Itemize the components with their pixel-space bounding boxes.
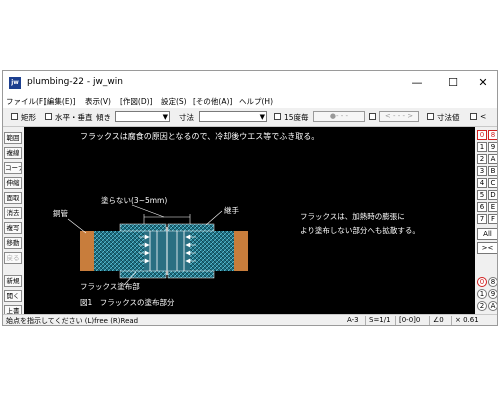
status-layer[interactable]: [0-0]0 — [399, 316, 420, 324]
layer-group-6[interactable]: 6 — [477, 202, 487, 212]
layer-group-a[interactable]: A — [488, 154, 497, 164]
menu-bar: ファイル(F) [編集(E)] 表示(V) [作図(D)] 設定(S) [その他… — [3, 95, 497, 108]
lt-checkbox[interactable] — [470, 113, 477, 120]
status-zoom[interactable]: × 0.61 — [455, 316, 479, 324]
status-prompt: 始点を指示してください (L)free (R)Read — [6, 317, 139, 325]
layer-group-2[interactable]: 2 — [477, 154, 487, 164]
layer-0[interactable]: 0 — [477, 277, 487, 287]
layer-group-3[interactable]: 3 — [477, 166, 487, 176]
horiz-vert-checkbox[interactable] — [45, 113, 52, 120]
tool-erase[interactable]: 消去 — [4, 207, 22, 219]
deg15-checkbox[interactable] — [274, 113, 281, 120]
status-angle[interactable]: ∠0 — [433, 316, 444, 324]
copper-pipe-left — [80, 231, 144, 271]
menu-edit[interactable]: [編集(E)] — [44, 96, 75, 107]
layer-group-1[interactable]: 1 — [477, 142, 487, 152]
tool-corner[interactable]: コーナー — [4, 162, 22, 174]
toolbar-checkbox-3[interactable] — [369, 113, 376, 120]
tool-move[interactable]: 移動 — [4, 237, 22, 249]
layer-8[interactable]: 8 — [488, 277, 497, 287]
dim-label: 寸法 — [179, 113, 194, 122]
rect-checkbox[interactable] — [11, 113, 18, 120]
lt-label: < — [480, 112, 487, 121]
dim-value-checkbox[interactable] — [427, 113, 434, 120]
layer-group-f[interactable]: F — [488, 214, 497, 224]
layer-a[interactable]: A — [488, 301, 497, 311]
layer-2[interactable]: 2 — [477, 301, 487, 311]
layer-group-0[interactable]: 0 — [477, 130, 487, 140]
dim-value-label: 寸法値 — [437, 113, 460, 122]
layer-group-c[interactable]: C — [488, 178, 497, 188]
minimize-button[interactable]: — — [403, 73, 431, 93]
status-scale[interactable]: S=1/1 — [369, 316, 391, 324]
rect-label: 矩形 — [21, 113, 36, 122]
status-separator — [365, 316, 366, 325]
menu-help[interactable]: ヘルプ(H) — [239, 96, 273, 107]
status-separator — [395, 316, 396, 325]
chevron-down-icon: ▼ — [259, 113, 265, 121]
line-style-button[interactable]: ●- - - — [313, 111, 365, 122]
left-tool-panel: 範囲 複線 コーナー 伸縮 面取 消去 複写 移動 戻る 新規 開く 上書 — [3, 127, 24, 317]
tool-chamfer[interactable]: 面取 — [4, 192, 22, 204]
maximize-button[interactable]: ☐ — [439, 73, 467, 93]
note-line-1: フラックスは、加熱時の膨張に — [300, 211, 405, 221]
drawing-heading: フラックスは腐食の原因となるので、冷却後ウエス等でふき取る。 — [80, 131, 319, 141]
menu-settings[interactable]: 設定(S) — [161, 96, 187, 107]
right-layer-panel: 0 8 1 9 2 A 3 B 4 C 5 D 6 E 7 F All >< 0… — [475, 127, 497, 314]
label-joint: 継手 — [224, 205, 239, 215]
layer-toggle-button[interactable]: >< — [477, 242, 497, 254]
label-copper: 銅管 — [53, 208, 68, 218]
status-separator — [451, 316, 452, 325]
copper-leader — [67, 218, 87, 234]
layer-group-9[interactable]: 9 — [488, 142, 497, 152]
chevron-down-icon: ▼ — [162, 113, 168, 121]
menu-other[interactable]: [その他(A)] — [193, 96, 232, 107]
joint-leader — [205, 210, 223, 226]
dim-select[interactable]: ▼ — [199, 111, 267, 122]
uncoated-gap — [144, 227, 190, 275]
tool-undo[interactable]: 戻る — [4, 252, 22, 264]
gap-dimension-line — [131, 204, 191, 224]
app-window: jw plumbing-22 - jw_win — ☐ ✕ ファイル(F) [編… — [2, 70, 498, 326]
status-paper-size[interactable]: A-3 — [347, 316, 359, 324]
tool-offset[interactable]: 複線 — [4, 147, 22, 159]
tool-new[interactable]: 新規 — [4, 275, 22, 287]
figure-caption: 図1 フラックスの塗布部分 — [80, 297, 175, 307]
tool-range[interactable]: 範囲 — [4, 132, 22, 144]
menu-draw[interactable]: [作図(D)] — [120, 96, 152, 107]
tilt-select[interactable]: ▼ — [115, 111, 170, 122]
layer-group-d[interactable]: D — [488, 190, 497, 200]
layer-group-8[interactable]: 8 — [488, 130, 497, 140]
horiz-vert-label: 水平・垂直 — [55, 113, 93, 122]
pipe-drawing: フラックスは腐食の原因となるので、冷却後ウエス等でふき取る。 塗らない(3~5m… — [53, 131, 420, 307]
toolbar: 矩形 水平・垂直 傾き ▼ 寸法 ▼ 15度毎 ●- - - < - - - >… — [3, 108, 497, 127]
tool-copy[interactable]: 複写 — [4, 222, 22, 234]
layer-group-7[interactable]: 7 — [477, 214, 487, 224]
tilt-label: 傾き — [96, 113, 111, 122]
all-layer-groups-button[interactable]: All — [477, 228, 497, 240]
title-bar: jw plumbing-22 - jw_win — ☐ ✕ — [3, 71, 497, 95]
arrow-style-button[interactable]: < - - - > — [379, 111, 419, 122]
tool-open[interactable]: 開く — [4, 290, 22, 302]
status-separator — [429, 316, 430, 325]
status-bar: 始点を指示してください (L)free (R)Read A-3 S=1/1 [0… — [3, 314, 497, 325]
menu-file[interactable]: ファイル(F) — [6, 96, 46, 107]
layer-group-5[interactable]: 5 — [477, 190, 487, 200]
tool-stretch[interactable]: 伸縮 — [4, 177, 22, 189]
app-icon: jw — [9, 77, 21, 89]
layer-group-b[interactable]: B — [488, 166, 497, 176]
close-button[interactable]: ✕ — [469, 73, 497, 93]
layer-9[interactable]: 9 — [488, 289, 497, 299]
layer-group-4[interactable]: 4 — [477, 178, 487, 188]
layer-group-e[interactable]: E — [488, 202, 497, 212]
copper-pipe-right — [190, 231, 248, 271]
drawing-canvas[interactable]: フラックスは腐食の原因となるので、冷却後ウエス等でふき取る。 塗らない(3~5m… — [24, 127, 475, 314]
note-line-2: より塗布しない部分へも拡散する。 — [300, 225, 420, 235]
menu-view[interactable]: 表示(V) — [85, 96, 111, 107]
label-flux-area: フラックス塗布部 — [80, 281, 140, 291]
layer-1[interactable]: 1 — [477, 289, 487, 299]
deg15-label: 15度毎 — [284, 113, 309, 122]
window-title: plumbing-22 - jw_win — [27, 77, 123, 87]
label-no-coat: 塗らない(3~5mm) — [101, 195, 167, 205]
